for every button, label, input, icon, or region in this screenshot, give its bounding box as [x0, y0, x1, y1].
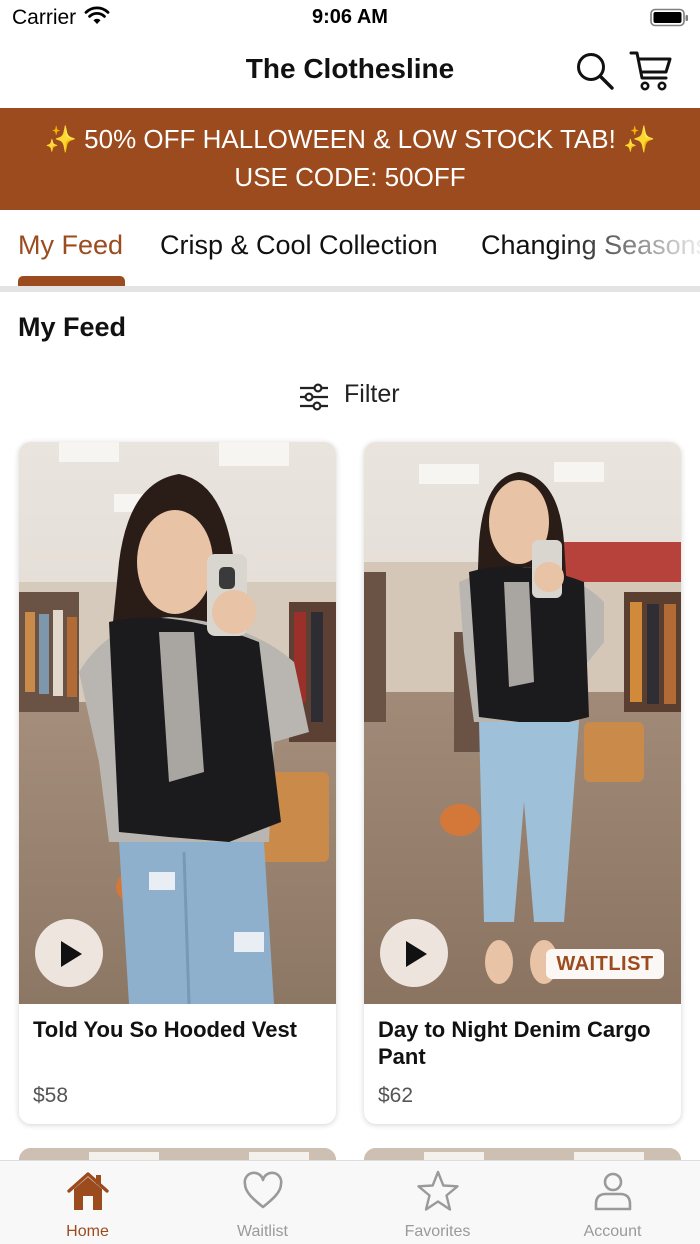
search-button[interactable] [574, 50, 616, 92]
play-icon [61, 941, 82, 967]
tabbar-home-label: Home [66, 1223, 109, 1240]
heart-icon [243, 1171, 283, 1209]
product-name: Day to Night Denim Cargo Pant [378, 1017, 651, 1069]
cart-icon [629, 51, 672, 91]
tabbar-account[interactable]: Account [525, 1161, 700, 1244]
filter-sliders-icon [300, 383, 328, 411]
play-video-button[interactable] [35, 919, 103, 987]
navigation-bar: The Clothesline [0, 36, 700, 108]
active-tab-indicator [18, 276, 125, 286]
tab-my-feed[interactable]: My Feed [18, 230, 123, 261]
cart-button[interactable] [628, 48, 674, 94]
product-card[interactable]: WAITLIST Day to Night Denim Cargo Pant $… [364, 442, 681, 1124]
tabbar-account-label: Account [583, 1223, 642, 1240]
product-name: Told You So Hooded Vest [33, 1017, 298, 1042]
product-card[interactable]: Told You So Hooded Vest $58 [19, 442, 336, 1124]
battery-icon [650, 8, 690, 33]
tabbar-favorites-label: Favorites [404, 1223, 471, 1240]
product-photo[interactable]: WAITLIST [364, 442, 681, 1004]
promo-headline: ✨ 50% OFF HALLOWEEN & LOW STOCK TAB! ✨ [44, 124, 656, 154]
filter-label: Filter [344, 380, 400, 408]
product-price: $62 [378, 1084, 414, 1107]
tabbar-waitlist-label: Waitlist [237, 1223, 288, 1240]
tab-crisp-cool-collection[interactable]: Crisp & Cool Collection [160, 230, 438, 261]
tab-divider [0, 286, 700, 292]
clock: 9:06 AM [312, 6, 388, 28]
tab-scroll-fade [560, 210, 700, 286]
home-icon [67, 1172, 109, 1210]
tabbar-waitlist[interactable]: Waitlist [175, 1161, 350, 1244]
play-icon [406, 941, 427, 967]
tabbar-favorites[interactable]: Favorites [350, 1161, 525, 1244]
star-icon [417, 1170, 459, 1211]
filter-button[interactable]: Filter [296, 376, 416, 416]
section-title: My Feed [18, 312, 127, 342]
person-icon [594, 1172, 632, 1211]
status-bar: Carrier 9:06 AM [0, 0, 700, 36]
search-icon [577, 53, 614, 90]
promo-code: USE CODE: 50OFF [234, 162, 466, 192]
waitlist-badge: WAITLIST [546, 949, 664, 979]
tabbar-home[interactable]: Home [0, 1161, 175, 1244]
product-photo[interactable] [19, 442, 336, 1004]
category-tabs: My Feed Crisp & Cool Collection Changing… [0, 210, 700, 286]
promo-banner[interactable]: ✨ 50% OFF HALLOWEEN & LOW STOCK TAB! ✨ U… [0, 108, 700, 210]
bottom-tab-bar: Home Waitlist Favorites Account [0, 1160, 700, 1244]
play-video-button[interactable] [380, 919, 448, 987]
product-price: $58 [33, 1084, 69, 1107]
